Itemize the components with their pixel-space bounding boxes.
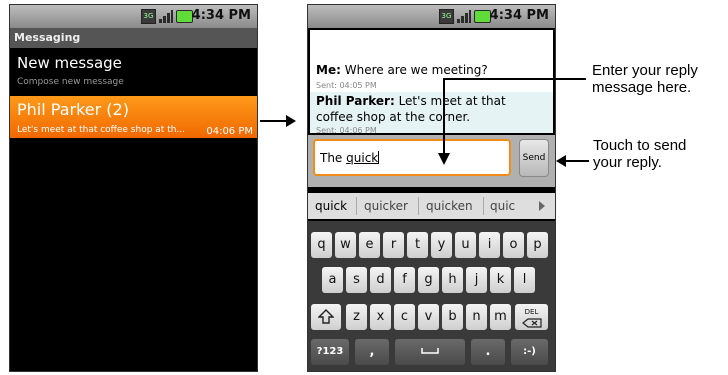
- key-c[interactable]: c: [394, 304, 415, 330]
- new-message-subtitle: Compose new message: [17, 77, 124, 87]
- reply-annotation-line: [444, 78, 586, 80]
- app-title: Messaging: [14, 31, 81, 44]
- key-u[interactable]: u: [455, 232, 476, 258]
- shift-icon: [317, 308, 335, 324]
- key-x[interactable]: x: [370, 304, 391, 330]
- messaging-list-screen: 3G 4:34 PM Messaging New message Compose…: [9, 4, 258, 372]
- key-z[interactable]: z: [346, 304, 367, 330]
- space-key[interactable]: [395, 339, 465, 365]
- status-time: 4:34 PM: [489, 8, 549, 23]
- smiley-key[interactable]: :-): [511, 339, 548, 365]
- key-a[interactable]: a: [322, 267, 343, 293]
- app-title-bar: Messaging: [10, 28, 257, 48]
- reply-annotation-line2: message here.: [592, 79, 692, 96]
- thread-item-phil-parker[interactable]: Phil Parker (2) Let's meet at that coffe…: [10, 96, 257, 138]
- backspace-icon: [521, 318, 542, 328]
- battery-icon: [176, 10, 193, 23]
- key-b[interactable]: b: [442, 304, 463, 330]
- conversation-view[interactable]: Me: Where are we meeting? Sent: 04:05 PM…: [310, 30, 553, 133]
- key-o[interactable]: o: [503, 232, 524, 258]
- key-v[interactable]: v: [418, 304, 439, 330]
- divider: [483, 197, 484, 215]
- message-timestamp: Sent: 04:06 PM: [316, 126, 377, 133]
- key-d[interactable]: d: [370, 267, 391, 293]
- key-y[interactable]: y: [431, 232, 452, 258]
- key-l[interactable]: l: [514, 267, 535, 293]
- signal-icon: [159, 10, 173, 23]
- key-f[interactable]: f: [394, 267, 415, 293]
- key-n[interactable]: n: [466, 304, 487, 330]
- send-button[interactable]: Send: [519, 139, 549, 177]
- thread-name: Phil Parker (2): [17, 100, 129, 119]
- delete-label: DEL: [524, 308, 539, 316]
- send-annotation-line1: Touch to send: [593, 137, 687, 154]
- key-e[interactable]: e: [359, 232, 380, 258]
- divider: [418, 197, 419, 215]
- key-g[interactable]: g: [418, 267, 439, 293]
- comma-key[interactable]: ,: [355, 339, 389, 365]
- suggestion-strip: quick quicker quicken quic: [308, 193, 555, 219]
- reply-annotation-line1: Enter your reply: [592, 62, 698, 79]
- 3g-icon: 3G: [141, 9, 156, 24]
- shift-key[interactable]: [311, 304, 341, 330]
- text-cursor: [378, 151, 380, 164]
- input-text: The: [320, 151, 347, 165]
- reply-annotation-line: [443, 78, 445, 153]
- reply-annotation-arrow-icon: [438, 153, 450, 165]
- connector-arrow-icon: [286, 115, 296, 127]
- reply-input[interactable]: The quick: [313, 139, 511, 176]
- space-icon: [421, 348, 439, 354]
- message-text: Where are we meeting?: [344, 63, 488, 77]
- compose-bar: The quick Send: [308, 135, 555, 187]
- reply-annotation-text: Enter your reply message here.: [592, 62, 698, 96]
- status-bar: 3G 4:34 PM: [10, 5, 257, 28]
- message-sender: Me:: [316, 63, 341, 77]
- sent-message: Me: Where are we meeting?: [316, 63, 488, 77]
- divider: [356, 197, 357, 215]
- symbols-key[interactable]: ?123: [311, 339, 349, 365]
- key-j[interactable]: j: [466, 267, 487, 293]
- status-bar: 3G 4:34 PM: [308, 5, 555, 28]
- key-h[interactable]: h: [442, 267, 463, 293]
- new-message-item[interactable]: New message Compose new message: [10, 49, 257, 93]
- status-time: 4:34 PM: [191, 8, 251, 23]
- key-m[interactable]: m: [490, 304, 511, 330]
- delete-key[interactable]: DEL: [515, 304, 548, 330]
- key-r[interactable]: r: [383, 232, 404, 258]
- battery-icon: [474, 10, 491, 23]
- key-k[interactable]: k: [490, 267, 511, 293]
- suggestion-item[interactable]: quicker: [364, 199, 408, 213]
- key-q[interactable]: q: [311, 232, 332, 258]
- send-annotation-text: Touch to send your reply.: [593, 137, 686, 171]
- suggestion-item[interactable]: quicken: [426, 199, 473, 213]
- suggestion-item[interactable]: quic: [490, 199, 518, 213]
- key-t[interactable]: t: [407, 232, 428, 258]
- period-key[interactable]: .: [471, 339, 505, 365]
- message-timestamp: Sent: 04:05 PM: [316, 81, 377, 90]
- 3g-icon: 3G: [439, 9, 454, 24]
- suggestion-item[interactable]: quick: [315, 199, 347, 213]
- key-p[interactable]: p: [527, 232, 548, 258]
- received-message-line2: coffee shop at the corner.: [316, 110, 471, 124]
- soft-keyboard: q w e r t y u i o p a s d f g h j k l z …: [308, 221, 555, 371]
- received-message: Phil Parker: Let's meet at that: [316, 94, 506, 108]
- message-sender: Phil Parker:: [316, 94, 395, 108]
- input-composing-word: quick: [346, 151, 379, 165]
- thread-snippet: Let's meet at that coffee shop at th...: [17, 125, 186, 135]
- message-text: Let's meet at that: [398, 94, 506, 108]
- signal-icon: [457, 10, 471, 23]
- send-annotation-line2: your reply.: [593, 154, 662, 171]
- key-i[interactable]: i: [479, 232, 500, 258]
- key-s[interactable]: s: [346, 267, 367, 293]
- conversation-screen: 3G 4:34 PM Me: Where are we meeting? Sen…: [307, 4, 556, 372]
- key-w[interactable]: w: [335, 232, 356, 258]
- new-message-title: New message: [17, 54, 122, 72]
- more-suggestions-icon[interactable]: [539, 201, 545, 211]
- connector-arrow-line: [260, 120, 286, 122]
- thread-time: 04:06 PM: [206, 126, 253, 137]
- send-annotation-line: [565, 160, 589, 162]
